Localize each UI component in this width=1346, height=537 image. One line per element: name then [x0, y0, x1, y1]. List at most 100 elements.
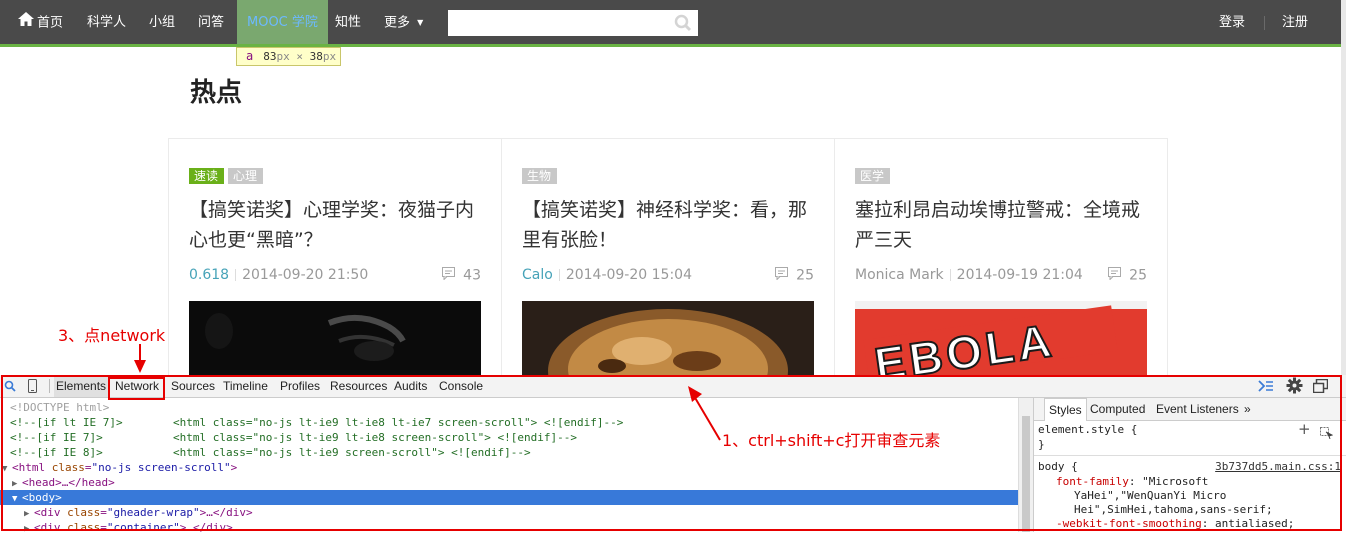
- article-date: 2014-09-19 21:04: [956, 267, 1083, 283]
- comment-condition: <!--[if lt IE 7]>: [10, 416, 123, 429]
- devtools-toolbar: Elements Network Sources Timeline Profil…: [0, 375, 1346, 398]
- body-tag: <body>: [22, 491, 62, 504]
- body-rule-selector[interactable]: body {: [1038, 460, 1078, 474]
- dom-tree-scrollbar[interactable]: [1018, 398, 1033, 532]
- tab-event-listeners[interactable]: Event Listeners: [1156, 398, 1239, 420]
- dom-line-doctype[interactable]: <!DOCTYPE html>: [10, 400, 1028, 415]
- article-thumbnail[interactable]: [522, 301, 814, 379]
- tag-badge[interactable]: 生物: [522, 168, 558, 184]
- toolbar-divider: [49, 379, 50, 393]
- css-value-continued: Hei",SimHei,tahoma,sans-serif;: [1074, 503, 1273, 516]
- device-mode-icon[interactable]: [28, 375, 37, 397]
- tooltip-height-unit: px: [322, 50, 337, 63]
- nav-qa[interactable]: 问答: [198, 0, 224, 44]
- article-title[interactable]: 【搞笑诺奖】神经科学奖：看，那里有张脸！: [522, 195, 818, 255]
- nav-zhixing[interactable]: 知性: [335, 0, 361, 44]
- inspect-icon[interactable]: [4, 375, 16, 397]
- dom-line-html[interactable]: ▼ <html class="no-js screen-scroll">: [2, 460, 1020, 475]
- register-link[interactable]: 注册: [1282, 0, 1308, 44]
- comment-condition: <!--[if IE 7]>: [10, 431, 103, 444]
- comment-count[interactable]: 25: [775, 267, 814, 284]
- expand-triangle-icon[interactable]: ▼: [2, 462, 12, 477]
- div-open-tag: <div: [34, 506, 61, 519]
- div-attr-value: "container": [106, 521, 180, 534]
- gear-icon[interactable]: [1286, 375, 1303, 397]
- article-thumbnail[interactable]: EBOLA: [855, 301, 1147, 379]
- comment-count-value: 43: [463, 267, 481, 284]
- article-card[interactable]: 医学 塞拉利昂启动埃博拉警戒：全境戒严三天 Monica Mark 2014-09…: [834, 139, 1168, 379]
- comment-count[interactable]: 25: [1108, 267, 1147, 284]
- article-author[interactable]: 0.618: [189, 267, 229, 283]
- tag-badge[interactable]: 速读: [189, 168, 225, 184]
- css-declaration[interactable]: -webkit-font-smoothing: antialiased;: [1056, 517, 1294, 531]
- nav-home[interactable]: 首页: [18, 0, 63, 44]
- css-declaration[interactable]: font-family: "Microsoft: [1056, 475, 1208, 489]
- tab-profiles[interactable]: Profiles: [280, 375, 320, 397]
- html-attr-value: "no-js screen-scroll": [91, 461, 231, 474]
- expand-triangle-icon[interactable]: ▼: [12, 492, 22, 507]
- scrollbar-thumb[interactable]: [1022, 416, 1030, 532]
- article-title[interactable]: 【搞笑诺奖】心理学奖：夜猫子内心也更“黑暗”？: [189, 195, 485, 255]
- navbar-accent-line: [0, 44, 1346, 47]
- nav-more-label: 更多: [384, 15, 411, 31]
- element-style-rule[interactable]: element.style {: [1038, 423, 1137, 437]
- tab-resources[interactable]: Resources: [330, 375, 387, 397]
- undock-icon[interactable]: [1312, 375, 1329, 397]
- add-style-icon[interactable]: +: [1298, 420, 1311, 438]
- article-card[interactable]: 速读 心理 【搞笑诺奖】心理学奖：夜猫子内心也更“黑暗”？ 0.618 2014-0…: [168, 139, 501, 379]
- console-drawer-icon[interactable]: [1258, 375, 1274, 397]
- tooltip-width: 83: [263, 50, 277, 63]
- dom-line-div[interactable]: ▶ <div class="container">…</div>: [24, 520, 1042, 535]
- network-tab-highlight: [108, 377, 165, 400]
- more-tabs-icon[interactable]: »: [1244, 398, 1251, 420]
- tab-elements[interactable]: Elements: [54, 375, 109, 397]
- annotation-arrow-up: [688, 386, 721, 441]
- article-thumbnail[interactable]: [189, 301, 481, 379]
- article-author[interactable]: Monica Mark: [855, 267, 944, 283]
- nav-group[interactable]: 小组: [149, 0, 175, 44]
- caret-down-icon: ▼: [417, 18, 424, 27]
- tag-badge[interactable]: 心理: [228, 168, 264, 184]
- tab-computed[interactable]: Computed: [1090, 398, 1145, 420]
- dom-line-body-selected[interactable]: ▼ <body>: [0, 490, 1018, 505]
- article-title[interactable]: 塞拉利昂启动埃博拉警戒：全境戒严三天: [855, 195, 1151, 255]
- tab-styles[interactable]: Styles: [1044, 398, 1087, 421]
- home-icon: [18, 0, 34, 46]
- login-link[interactable]: 登录: [1219, 0, 1245, 44]
- css-value-continued: YaHei","WenQuanYi Micro: [1074, 489, 1227, 502]
- comment-icon: [775, 267, 789, 284]
- tab-console[interactable]: Console: [439, 375, 483, 397]
- nav-more[interactable]: 更多 ▼: [384, 0, 423, 44]
- tab-timeline[interactable]: Timeline: [223, 375, 268, 397]
- collapse-triangle-icon[interactable]: ▶: [24, 522, 34, 537]
- card-tags: 生物: [522, 165, 561, 184]
- css-property: font-family: [1056, 475, 1129, 488]
- dom-line-div[interactable]: ▶ <div class="gheader-wrap">…</div>: [24, 505, 1042, 520]
- article-author[interactable]: Calo: [522, 267, 553, 283]
- element-state-icon[interactable]: [1320, 424, 1334, 443]
- comment-count[interactable]: 43: [442, 267, 481, 284]
- search-icon[interactable]: [674, 14, 692, 36]
- dom-line-head[interactable]: ▶ <head>…</head>: [12, 475, 1030, 490]
- nav-divider: [1264, 16, 1265, 30]
- nav-scientist[interactable]: 科学人: [87, 0, 126, 44]
- tab-audits[interactable]: Audits: [394, 375, 427, 397]
- div-close-tag: >…</div>: [179, 521, 233, 534]
- tab-sources[interactable]: Sources: [171, 375, 215, 397]
- tag-badge[interactable]: 医学: [855, 168, 891, 184]
- annotation-step1: 1、ctrl+shift+c打开审查元素: [722, 431, 941, 450]
- search-input[interactable]: [448, 10, 698, 36]
- comment-condition: <!--[if IE 8]>: [10, 446, 103, 459]
- comment-html: <html class="no-js lt-ie9 lt-ie8 lt-ie7 …: [173, 416, 624, 429]
- card-tags: 医学: [855, 165, 894, 184]
- page-scrollbar[interactable]: [1341, 0, 1346, 375]
- nav-mooc[interactable]: MOOC 学院: [237, 0, 328, 44]
- article-card[interactable]: 生物 【搞笑诺奖】神经科学奖：看，那里有张脸！ Calo 2014-09-20 1…: [501, 139, 834, 379]
- div-attr: class: [67, 506, 101, 519]
- div-attr-value: "gheader-wrap": [106, 506, 200, 519]
- elements-dom-tree: <!DOCTYPE html> <!--[if lt IE 7]> <html c…: [0, 398, 1020, 534]
- css-source-link[interactable]: 3b737dd5.main.css:1: [1215, 460, 1341, 473]
- div-open-tag: <div: [34, 521, 61, 534]
- head-tag: <head>…</head>: [22, 476, 115, 489]
- tooltip-height: 38: [309, 50, 323, 63]
